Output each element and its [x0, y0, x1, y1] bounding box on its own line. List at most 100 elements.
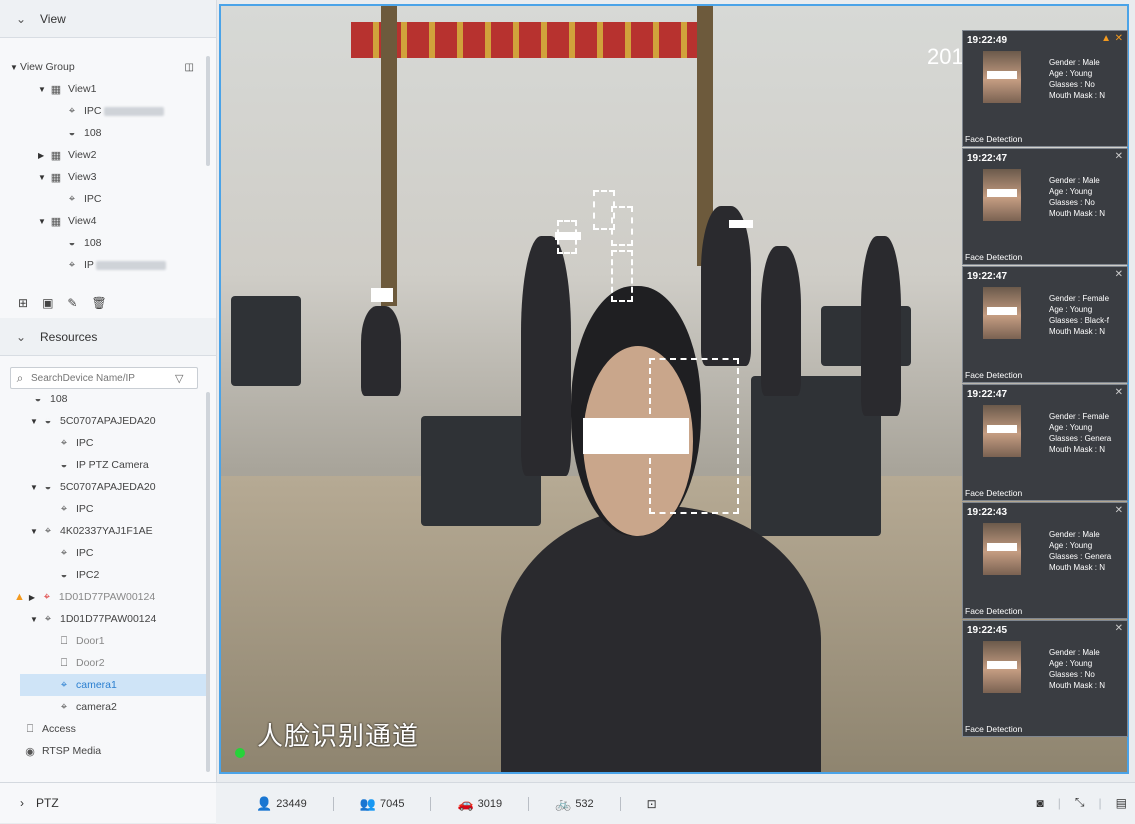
- tree-item-label: View1: [68, 83, 97, 95]
- bullet-camera-icon: ⌖: [60, 436, 68, 449]
- tree-item-device[interactable]: ▼ ◒ 5C0707APAJEDA20: [0, 476, 208, 498]
- close-icon[interactable]: ✕: [1115, 33, 1123, 44]
- bullet-camera-icon: ⌖: [68, 192, 76, 205]
- tree-item-108[interactable]: ◒ 108: [0, 232, 208, 254]
- dome-camera-icon: ◒: [60, 459, 68, 471]
- tree-item-rtsp[interactable]: ◉ RTSP Media: [0, 740, 208, 762]
- face-time: 19:22:43: [967, 507, 1008, 518]
- expand-triangle-icon[interactable]: ▼: [30, 483, 40, 492]
- blurred-ip: [103, 106, 164, 116]
- person: [361, 306, 401, 396]
- privacy-mask: [371, 288, 393, 302]
- blurred-ip: [95, 260, 166, 270]
- face-card[interactable]: 19:22:47 ✕ Gender : Female Age : Young Gla…: [962, 384, 1128, 501]
- expand-triangle-icon[interactable]: ▼: [38, 85, 48, 94]
- collapse-triangle-icon[interactable]: ▶: [38, 151, 48, 160]
- close-icon[interactable]: ✕: [1115, 387, 1123, 398]
- tree-item-view-group[interactable]: ▼ View Group ◫: [0, 56, 208, 78]
- fullscreen-icon[interactable]: ⤡: [1075, 795, 1085, 810]
- tree-item-label: camera1: [76, 679, 117, 691]
- tree-item-label: Access: [42, 723, 76, 735]
- expand-triangle-icon[interactable]: ▼: [30, 615, 40, 624]
- tree-item-view4[interactable]: ▼ ▦ View4: [0, 210, 208, 232]
- door-icon: ⎕: [60, 656, 68, 669]
- tree-item-ptz-camera[interactable]: ◒ IP PTZ Camera: [0, 454, 208, 476]
- view-toolbar: ⊞ ▣ ✎ 🗑: [0, 292, 216, 314]
- expand-triangle-icon[interactable]: ▼: [30, 417, 40, 426]
- tree-item-ipc[interactable]: ⌖ IPC: [0, 498, 208, 520]
- bullet-camera-icon: ⌖: [68, 104, 76, 117]
- chevron-down-icon: ⌄: [16, 11, 27, 26]
- view-section-title: View: [40, 11, 66, 26]
- face-detection-box: [611, 206, 633, 246]
- clear-stats-icon[interactable]: ⊡: [647, 797, 657, 811]
- face-attributes: Gender : Female Age : Young Glasses : Blac…: [1049, 294, 1110, 336]
- person: [761, 246, 801, 396]
- tree-item-108[interactable]: ◒ 108: [0, 122, 208, 144]
- tree-item-view1[interactable]: ▼ ▦ View1: [0, 78, 208, 100]
- tree-item-label: IPC: [84, 193, 102, 205]
- tree-item-camera2[interactable]: ⌖ camera2: [0, 696, 208, 718]
- face-snapshot: [983, 523, 1021, 575]
- resources-section-header[interactable]: ⌄ Resources: [0, 318, 216, 356]
- filter-icon[interactable]: ▽: [175, 372, 183, 385]
- expand-triangle-icon[interactable]: ▼: [38, 173, 48, 182]
- tree-item-view2[interactable]: ▶ ▦ View2: [0, 144, 208, 166]
- red-banner: [351, 22, 711, 58]
- face-card[interactable]: 19:22:47 ✕ Gender : Male Age : Young Glass…: [962, 148, 1128, 265]
- dome-camera-icon: ◒: [44, 415, 52, 427]
- face-card[interactable]: 19:22:49 ▲ ✕ Gender : Male Age : Young Gla…: [962, 30, 1128, 147]
- close-icon[interactable]: ✕: [1115, 505, 1123, 516]
- close-icon[interactable]: ✕: [1115, 269, 1123, 280]
- tree-item-label: View2: [68, 149, 97, 161]
- face-card-label: Face Detection: [965, 488, 1023, 498]
- tree-item-ipc[interactable]: ⌖ IPC: [0, 432, 208, 454]
- tree-item-device[interactable]: ▼ ⌖ 1D01D77PAW00124: [0, 608, 208, 630]
- face-card[interactable]: 19:22:45 ✕ Gender : Male Age : Young Glass…: [962, 620, 1128, 737]
- face-card[interactable]: 19:22:43 ✕ Gender : Male Age : Young Glass…: [962, 502, 1128, 619]
- add-group-icon[interactable]: ▣: [42, 296, 53, 310]
- face-card[interactable]: 19:22:47 ✕ Gender : Female Age : Young Gla…: [962, 266, 1128, 383]
- bullet-camera-icon: ⌖: [60, 678, 68, 691]
- face-time: 19:22:49: [967, 35, 1008, 46]
- expand-triangle-icon[interactable]: ▼: [10, 63, 20, 72]
- tree-item-108[interactable]: ◒ 108: [0, 388, 208, 410]
- close-icon[interactable]: ✕: [1115, 623, 1123, 634]
- tree-item-access[interactable]: ⎕ Access: [0, 718, 208, 740]
- grid-view-icon: ▦: [50, 83, 62, 96]
- tree-item-door1[interactable]: ⎕ Door1: [0, 630, 208, 652]
- view-section-header[interactable]: ⌄ View: [0, 0, 216, 38]
- tree-item-device[interactable]: ▼ ⌖ 4K02337YAJ1F1AE: [0, 520, 208, 542]
- expand-triangle-icon[interactable]: ▼: [30, 527, 40, 536]
- delete-icon[interactable]: 🗑: [91, 296, 106, 310]
- collapse-triangle-icon[interactable]: ▶: [29, 593, 39, 602]
- window-settings-icon[interactable]: ▤: [1116, 796, 1127, 810]
- person: [861, 236, 901, 416]
- tree-item-door2[interactable]: ⎕ Door2: [0, 652, 208, 674]
- resource-tree: ◒ 108 ▼ ◒ 5C0707APAJEDA20 ⌖ IPC ◒ IP PTZ…: [0, 388, 208, 778]
- search-input[interactable]: [29, 371, 173, 385]
- expand-triangle-icon[interactable]: ▼: [38, 217, 48, 226]
- tree-item-label: Door1: [76, 635, 105, 647]
- tree-item-ipc2[interactable]: ◒ IPC2: [0, 564, 208, 586]
- view-tree-scrollbar[interactable]: [206, 56, 210, 166]
- tree-item-view3[interactable]: ▼ ▦ View3: [0, 166, 208, 188]
- tree-item-ip[interactable]: ⌖ IP: [0, 254, 208, 276]
- tree-item-label: IP: [84, 259, 94, 271]
- tree-item-ipc[interactable]: ⌖ IPC: [0, 100, 208, 122]
- snapshot-icon[interactable]: ◙: [1037, 796, 1044, 810]
- edit-icon[interactable]: ✎: [67, 296, 77, 310]
- tree-item-device-offline[interactable]: ▲ ▶ ⌖ 1D01D77PAW00124: [0, 586, 208, 608]
- tree-item-ipc[interactable]: ⌖ IPC: [0, 542, 208, 564]
- layout-icon[interactable]: ◫: [185, 62, 194, 73]
- tree-item-ipc[interactable]: ⌖ IPC: [0, 188, 208, 210]
- tree-item-label: IPC: [76, 547, 94, 559]
- tree-item-label: IPC: [84, 105, 102, 117]
- resource-tree-scrollbar[interactable]: [206, 392, 210, 772]
- face-snapshot: [983, 405, 1021, 457]
- close-icon[interactable]: ✕: [1115, 151, 1123, 162]
- tree-item-camera1[interactable]: ⌖ camera1: [20, 674, 208, 696]
- ptz-section-header[interactable]: › PTZ: [0, 782, 216, 823]
- tree-item-device[interactable]: ▼ ◒ 5C0707APAJEDA20: [0, 410, 208, 432]
- add-view-icon[interactable]: ⊞: [18, 296, 28, 310]
